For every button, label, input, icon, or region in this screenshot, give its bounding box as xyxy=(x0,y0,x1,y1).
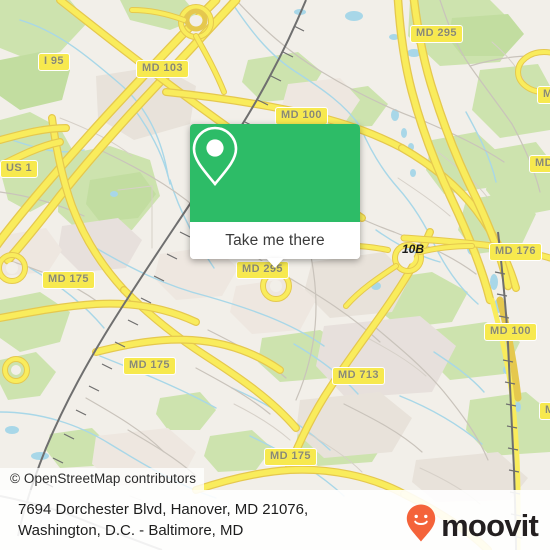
osm-attribution[interactable]: © OpenStreetMap contributors xyxy=(0,468,205,490)
callout-pointer xyxy=(266,258,284,268)
address-block: 7694 Dorchester Blvd, Hanover, MD 21076,… xyxy=(18,499,308,541)
road-shield: MD xyxy=(537,86,550,104)
address-line-1: 7694 Dorchester Blvd, Hanover, MD 21076, xyxy=(18,501,309,518)
callout-footer[interactable]: Take me there xyxy=(190,222,360,268)
map-canvas[interactable]: .park{fill:#cde3ae;} .parkd{fill:#c2dda0… xyxy=(0,0,550,550)
road-shield: MD 175 xyxy=(42,271,95,289)
moovit-wordmark: moovit xyxy=(441,508,539,543)
road-shield: MD 103 xyxy=(136,60,189,78)
exit-label: 10B xyxy=(402,242,425,256)
moovit-logo[interactable]: moovit xyxy=(406,504,539,547)
footer-bar: 7694 Dorchester Blvd, Hanover, MD 21076,… xyxy=(0,490,550,550)
location-callout[interactable]: Take me there xyxy=(190,124,360,268)
road-shield: MD 100 xyxy=(275,107,328,125)
callout-header xyxy=(190,124,360,222)
moovit-smiley-pin-icon xyxy=(406,504,436,547)
road-shield: MD xyxy=(529,155,550,173)
road-shield: US 1 xyxy=(0,160,39,178)
road-shield: MD 176 xyxy=(489,243,542,261)
map-screenshot: .park{fill:#cde3ae;} .parkd{fill:#c2dda0… xyxy=(0,0,550,550)
road-shield: MD xyxy=(539,402,550,420)
road-shield: MD 100 xyxy=(484,323,537,341)
road-shield: I 95 xyxy=(38,53,70,71)
road-shield: MD 175 xyxy=(264,448,317,466)
road-shield: MD 295 xyxy=(410,25,463,43)
road-shield: MD 713 xyxy=(332,367,385,385)
road-shield: MD 175 xyxy=(123,357,176,375)
address-line-2: Washington, D.C. - Baltimore, MD xyxy=(18,522,244,539)
take-me-there-label: Take me there xyxy=(225,231,325,249)
